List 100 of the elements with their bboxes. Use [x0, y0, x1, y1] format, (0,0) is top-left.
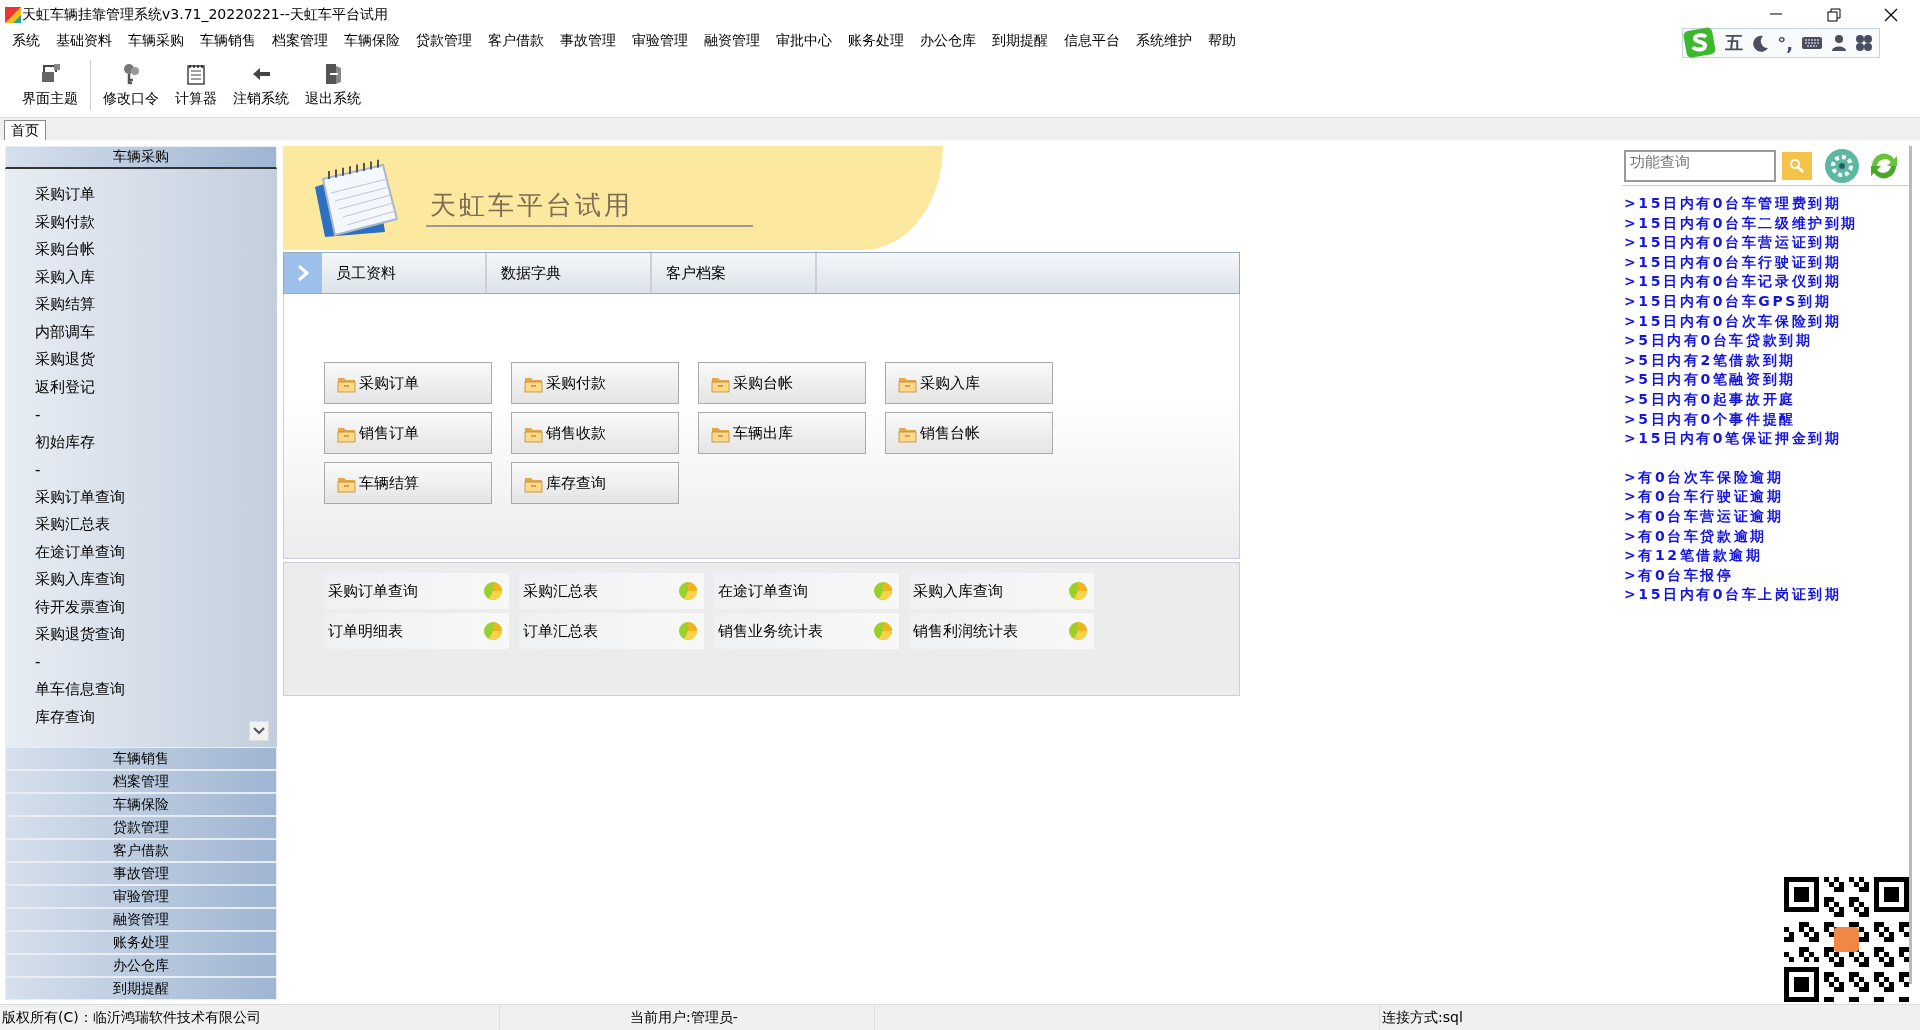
sidebar-section-header[interactable]: 账务处理	[5, 931, 277, 954]
menu-item[interactable]: 办公仓库	[912, 32, 984, 50]
toolbar-button[interactable]: 退出系统	[297, 54, 369, 115]
input-mode-text[interactable]: 五	[1725, 31, 1744, 55]
toolbar-button[interactable]: 修改口令	[95, 54, 167, 115]
sidebar-item[interactable]: 采购台帐	[35, 236, 277, 264]
alert-link[interactable]: >15日内有0台次车保险到期	[1624, 311, 1909, 332]
alert-link[interactable]: >15日内有0台车行驶证到期	[1624, 252, 1909, 273]
sidebar-item[interactable]: 库存查询	[35, 703, 277, 731]
report-link[interactable]: 销售利润统计表	[909, 613, 1094, 649]
menu-item[interactable]: 帮助	[1200, 32, 1244, 50]
sidebar-item[interactable]: 采购结算	[35, 291, 277, 319]
toolbar-button[interactable]: 界面主题	[14, 54, 86, 115]
quick-button[interactable]: 销售台帐	[885, 412, 1053, 454]
page-tab[interactable]: 首页	[4, 120, 46, 140]
sidebar-item[interactable]: 采购退货查询	[35, 621, 277, 649]
sidebar-item[interactable]: -	[35, 401, 277, 429]
sidebar-item[interactable]: 采购订单查询	[35, 483, 277, 511]
menu-item[interactable]: 贷款管理	[408, 32, 480, 50]
alert-link[interactable]: >有0台车报停	[1624, 565, 1909, 586]
quick-button[interactable]: 销售订单	[324, 412, 492, 454]
sidebar-item[interactable]: 采购入库	[35, 263, 277, 291]
sidebar-item[interactable]: 采购退货	[35, 346, 277, 374]
sidebar-item[interactable]: 待开发票查询	[35, 593, 277, 621]
menu-item[interactable]: 信息平台	[1056, 32, 1128, 50]
sidebar-section-header[interactable]: 事故管理	[5, 862, 277, 885]
toolbar-button[interactable]: 注销系统	[225, 54, 297, 115]
sidebar-section-header[interactable]: 审验管理	[5, 885, 277, 908]
alert-link[interactable]: >15日内有0笔保证押金到期	[1624, 429, 1909, 449]
sidebar-section-header[interactable]: 融资管理	[5, 908, 277, 931]
quick-button[interactable]: 车辆出库	[698, 412, 866, 454]
report-link[interactable]: 采购汇总表	[519, 573, 704, 609]
sidebar-item[interactable]: 采购付款	[35, 208, 277, 236]
scroll-down-button[interactable]	[249, 721, 269, 741]
search-field[interactable]: 功能查询	[1624, 149, 1776, 182]
sidebar-section-header[interactable]: 车辆采购	[5, 146, 277, 169]
sidebar-item[interactable]: -	[35, 648, 277, 676]
sidebar-item[interactable]: 采购汇总表	[35, 511, 277, 539]
sidebar-section-header[interactable]: 档案管理	[5, 770, 277, 793]
menu-item[interactable]: 档案管理	[264, 32, 336, 50]
menu-item[interactable]: 车辆采购	[120, 32, 192, 50]
sidebar-item[interactable]: 初始库存	[35, 428, 277, 456]
alert-link[interactable]: >15日内有0台车二级维护到期	[1624, 213, 1909, 234]
menu-item[interactable]: 车辆保险	[336, 32, 408, 50]
alert-link[interactable]: >5日内有2笔借款到期	[1624, 350, 1909, 371]
alert-link[interactable]: >5日内有0笔融资到期	[1624, 370, 1909, 390]
alert-link[interactable]: >5日内有0起事故开庭	[1624, 389, 1909, 410]
keyboard-icon[interactable]	[1801, 35, 1823, 51]
report-link[interactable]: 采购入库查询	[909, 573, 1094, 609]
alert-link[interactable]: >有0台车贷款逾期	[1624, 526, 1909, 547]
grid-icon[interactable]	[1855, 34, 1873, 52]
menu-item[interactable]: 基础资料	[48, 32, 120, 50]
menu-item[interactable]: 客户借款	[480, 32, 552, 50]
alert-link[interactable]: >有0台次车保险逾期	[1624, 467, 1909, 488]
alert-link[interactable]: >5日内有0个事件提醒	[1624, 409, 1909, 430]
menu-item[interactable]: 系统	[4, 32, 48, 50]
menu-item[interactable]: 审验管理	[624, 32, 696, 50]
punctuation-text[interactable]: °,	[1777, 32, 1793, 54]
sidebar-section-header[interactable]: 贷款管理	[5, 816, 277, 839]
menu-item[interactable]: 到期提醒	[984, 32, 1056, 50]
close-icon[interactable]	[1883, 7, 1899, 23]
sidebar-section-header[interactable]: 办公仓库	[5, 954, 277, 977]
quick-button[interactable]: 采购付款	[511, 362, 679, 404]
alert-link[interactable]: >15日内有0台车GPS到期	[1624, 291, 1909, 312]
sidebar-item[interactable]: 返利登记	[35, 373, 277, 401]
alert-link[interactable]: >15日内有0台车记录仪到期	[1624, 272, 1909, 292]
report-link[interactable]: 采购订单查询	[324, 573, 509, 609]
sidebar-section-header[interactable]: 车辆保险	[5, 793, 277, 816]
moon-icon[interactable]	[1751, 34, 1770, 52]
sidebar-item[interactable]: 采购入库查询	[35, 566, 277, 594]
quick-button[interactable]: 采购订单	[324, 362, 492, 404]
menu-item[interactable]: 事故管理	[552, 32, 624, 50]
menu-item[interactable]: 审批中心	[768, 32, 840, 50]
quick-button[interactable]: 销售收款	[511, 412, 679, 454]
alert-link[interactable]: >5日内有0台车贷款到期	[1624, 331, 1909, 351]
alert-link[interactable]: >15日内有0台车上岗证到期	[1624, 585, 1909, 605]
report-link[interactable]: 销售业务统计表	[714, 613, 899, 649]
sidebar-section-header[interactable]: 车辆销售	[5, 747, 277, 770]
quick-button[interactable]: 库存查询	[511, 462, 679, 504]
sidebar-item[interactable]: -	[35, 456, 277, 484]
report-link[interactable]: 订单汇总表	[519, 613, 704, 649]
report-link[interactable]: 订单明细表	[324, 613, 509, 649]
menu-item[interactable]: 融资管理	[696, 32, 768, 50]
sidebar-section-header[interactable]: 到期提醒	[5, 977, 277, 1000]
alert-link[interactable]: >有12笔借款逾期	[1624, 546, 1909, 566]
alert-link[interactable]: >有0台车营运证逾期	[1624, 506, 1909, 527]
person-icon[interactable]	[1831, 34, 1847, 52]
toolbar-button[interactable]: 计算器	[167, 54, 225, 115]
alert-link[interactable]: >15日内有0台车营运证到期	[1624, 233, 1909, 253]
report-link[interactable]: 在途订单查询	[714, 573, 899, 609]
sidebar-item[interactable]: 单车信息查询	[35, 676, 277, 704]
settings-icon[interactable]	[1824, 147, 1860, 184]
menu-item[interactable]: 系统维护	[1128, 32, 1200, 50]
alert-link[interactable]: >15日内有0台车管理费到期	[1624, 194, 1909, 214]
sidebar-item[interactable]: 内部调车	[35, 318, 277, 346]
menu-item[interactable]: 账务处理	[840, 32, 912, 50]
quick-button[interactable]: 采购入库	[885, 362, 1053, 404]
quick-button[interactable]: 车辆结算	[324, 462, 492, 504]
sidebar-item[interactable]: 采购订单	[35, 181, 277, 209]
quick-button[interactable]: 采购台帐	[698, 362, 866, 404]
